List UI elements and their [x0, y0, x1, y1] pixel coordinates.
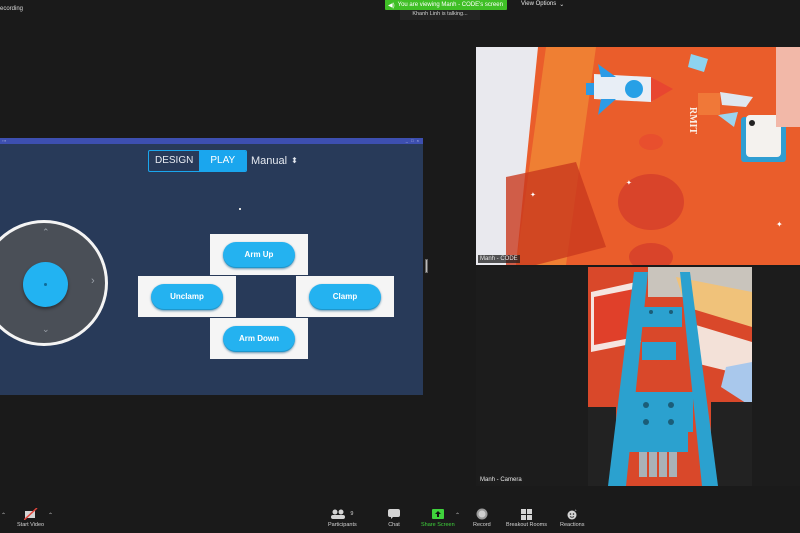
clamp-cell: Clamp	[296, 276, 394, 317]
joystick[interactable]: ⌃ ⌄ ›	[0, 220, 108, 346]
panel-splitter-handle[interactable]	[425, 259, 428, 273]
joystick-center-dot	[44, 283, 47, 286]
share-screen-label: Share Screen	[421, 522, 455, 528]
view-options-label: View Options	[521, 1, 557, 7]
mouse-cursor	[239, 208, 241, 210]
participants-button[interactable]: 9 Participants	[328, 508, 357, 528]
share-screen-button[interactable]: Share Screen	[421, 508, 455, 528]
participants-icon: 9	[331, 508, 353, 520]
updown-icon: ⬍	[291, 156, 298, 165]
chat-icon	[388, 508, 400, 520]
participant-count: 9	[350, 511, 354, 517]
control-mode-value: Manual	[251, 155, 288, 167]
svg-text:+: +	[575, 508, 578, 513]
joystick-up-icon: ⌃	[42, 227, 50, 237]
video-options-caret[interactable]: ⌃	[48, 512, 53, 519]
arm-down-button[interactable]: Arm Down	[223, 325, 295, 352]
play-mode-button[interactable]: PLAY	[199, 151, 247, 171]
breakout-rooms-label: Breakout Rooms	[506, 522, 547, 528]
meeting-toolbar: ⌃ Start Video ⌃ 9 Participants Chat Shar…	[0, 500, 800, 533]
svg-text:RMIT: RMIT	[687, 107, 698, 135]
reactions-icon: +	[566, 508, 578, 520]
video-feed-robot-mat: RMIT ✦ ✦ ✦	[476, 47, 800, 265]
arm-down-cell: Arm Down	[210, 318, 308, 359]
joystick-down-icon: ⌄	[42, 324, 50, 334]
mode-toggle: DESIGN PLAY	[148, 150, 248, 172]
viewing-banner: ◀) You are viewing Manh - CODE's screen	[385, 0, 507, 10]
participants-label: Participants	[328, 522, 357, 528]
zoom-meeting-window: ecording ◀) You are viewing Manh - CODE'…	[0, 0, 800, 533]
chat-label: Chat	[388, 522, 400, 528]
chevron-down-icon: ⌄	[559, 2, 565, 8]
window-icons: ▫ ▪	[2, 138, 6, 143]
shared-app-window: ▫ ▪ _ □ × DESIGN PLAY Manual ⬍ ⌃ ⌄ › Arm…	[0, 138, 423, 395]
window-controls[interactable]: _ □ ×	[406, 138, 420, 144]
svg-text:✦: ✦	[626, 179, 632, 187]
audio-options-caret[interactable]: ⌃	[1, 512, 6, 519]
reactions-label: Reactions	[560, 522, 585, 528]
recording-label: ecording	[0, 6, 24, 12]
joystick-knob[interactable]	[23, 262, 68, 307]
svg-text:✦: ✦	[776, 220, 783, 229]
talking-indicator: Khanh Linh is talking...	[400, 10, 480, 20]
record-label: Record	[473, 522, 491, 528]
design-mode-button[interactable]: DESIGN	[149, 151, 199, 171]
participant-name-tag: Manh - CODE	[478, 255, 520, 263]
share-screen-icon	[431, 508, 444, 520]
arm-up-cell: Arm Up	[210, 234, 308, 275]
viewing-banner-text: You are viewing Manh - CODE's screen	[397, 2, 503, 8]
view-options-button[interactable]: View Options ⌄	[521, 1, 564, 8]
app-titlebar: ▫ ▪ _ □ ×	[0, 138, 423, 144]
video-tile-code[interactable]: RMIT ✦ ✦ ✦ Manh - CODE	[476, 47, 800, 265]
start-video-button[interactable]: Start Video	[17, 508, 44, 528]
record-button[interactable]: Record	[473, 508, 491, 528]
share-options-caret[interactable]: ⌃	[455, 512, 460, 519]
speaker-icon: ◀)	[388, 2, 395, 9]
arm-up-button[interactable]: Arm Up	[223, 241, 295, 268]
svg-text:✦: ✦	[530, 191, 536, 199]
video-off-icon	[23, 508, 38, 520]
reactions-button[interactable]: + Reactions	[560, 508, 584, 528]
breakout-rooms-button[interactable]: Breakout Rooms	[506, 508, 547, 528]
start-video-label: Start Video	[17, 522, 45, 528]
unclamp-cell: Unclamp	[138, 276, 236, 317]
video-feed-robot-arm	[476, 267, 800, 486]
record-icon	[476, 508, 488, 520]
video-tile-camera[interactable]: Manh - Camera	[476, 267, 800, 486]
chat-button[interactable]: Chat	[388, 508, 400, 528]
control-mode-select[interactable]: Manual ⬍	[251, 150, 298, 172]
clamp-button[interactable]: Clamp	[309, 283, 381, 310]
participant-name-tag: Manh - Camera	[478, 476, 524, 484]
breakout-rooms-icon	[520, 508, 532, 520]
joystick-right-icon: ›	[91, 275, 95, 287]
unclamp-button[interactable]: Unclamp	[151, 283, 223, 310]
